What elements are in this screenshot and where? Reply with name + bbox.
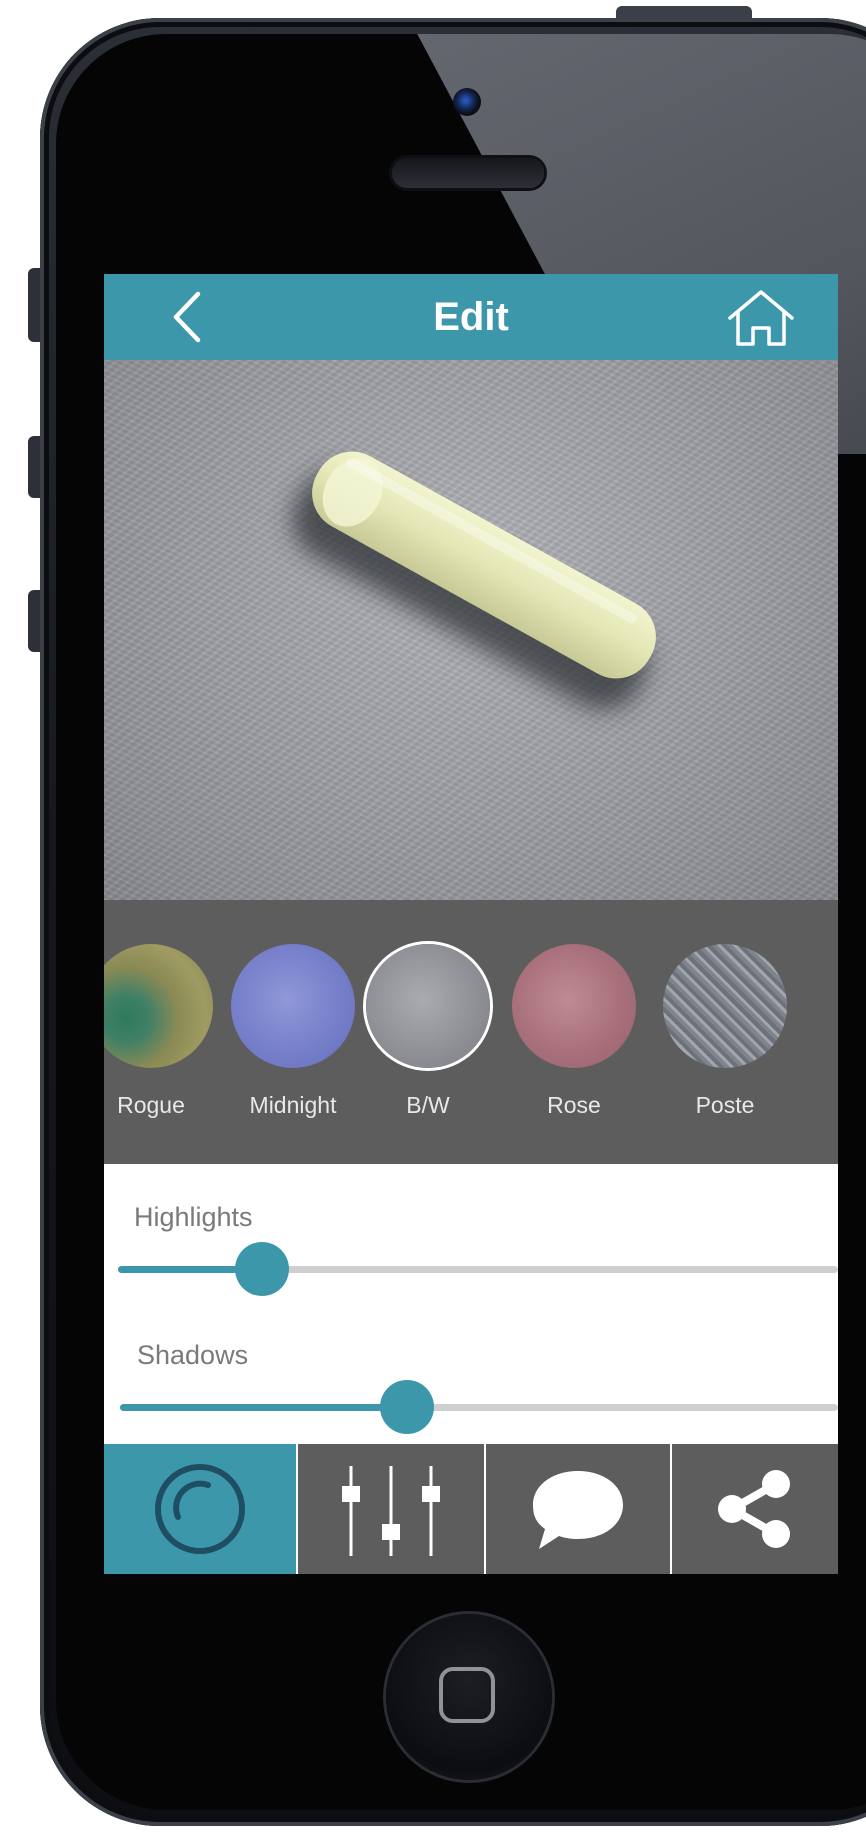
- speech-bubble-icon: [533, 1471, 623, 1549]
- shadows-slider-fill: [120, 1404, 408, 1411]
- filter-rose[interactable]: Rose: [489, 944, 659, 1144]
- share-icon: [718, 1470, 790, 1548]
- filter-label: Poste: [695, 1092, 755, 1118]
- filter-thumbnail: [366, 944, 490, 1068]
- highlights-slider-thumb[interactable]: [235, 1242, 289, 1296]
- photo-preview-image: [291, 451, 656, 710]
- app-screen: Edit Rogue Midnight B/W Rose Poste Highl…: [104, 274, 838, 1574]
- sliders-icon: [342, 1466, 440, 1556]
- shadows-slider[interactable]: [120, 1380, 838, 1434]
- tab-comments[interactable]: [486, 1444, 670, 1574]
- filter-circle-icon: [155, 1464, 245, 1554]
- filter-label: Rose: [547, 1092, 601, 1118]
- filter-thumbnail: [104, 944, 213, 1068]
- back-button[interactable]: [162, 288, 212, 346]
- chevron-left-icon: [173, 291, 201, 343]
- device-mockup: Edit Rogue Midnight B/W Rose Poste Highl…: [0, 0, 866, 1833]
- photo-preview: [104, 360, 838, 900]
- filter-thumbnail: [512, 944, 636, 1068]
- tab-filters[interactable]: [104, 1444, 296, 1574]
- power-button: [616, 6, 752, 18]
- home-nav-button[interactable]: [724, 286, 798, 350]
- adjustment-panel: Highlights Shadows: [104, 1164, 838, 1444]
- highlights-slider[interactable]: [118, 1242, 838, 1296]
- home-icon: [728, 290, 794, 346]
- earpiece-speaker: [392, 158, 544, 188]
- filter-label: B/W: [406, 1092, 450, 1118]
- shadows-label: Shadows: [137, 1340, 249, 1370]
- nav-bar: Edit: [104, 274, 838, 360]
- shadows-slider-thumb[interactable]: [380, 1380, 435, 1434]
- filter-thumbnail: [663, 944, 787, 1068]
- home-button[interactable]: [386, 1614, 552, 1780]
- highlights-label: Highlights: [134, 1202, 253, 1232]
- filter-carousel[interactable]: Rogue Midnight B/W Rose Poste: [104, 900, 838, 1164]
- home-button-square-icon: [439, 1667, 495, 1723]
- front-camera: [453, 88, 481, 116]
- filter-bw[interactable]: B/W: [343, 944, 513, 1144]
- filter-thumbnail: [231, 944, 355, 1068]
- filter-poster[interactable]: Poste: [640, 944, 810, 1144]
- tab-share[interactable]: [672, 1444, 838, 1574]
- tab-adjust[interactable]: [298, 1444, 484, 1574]
- bottom-tab-bar: [104, 1444, 838, 1574]
